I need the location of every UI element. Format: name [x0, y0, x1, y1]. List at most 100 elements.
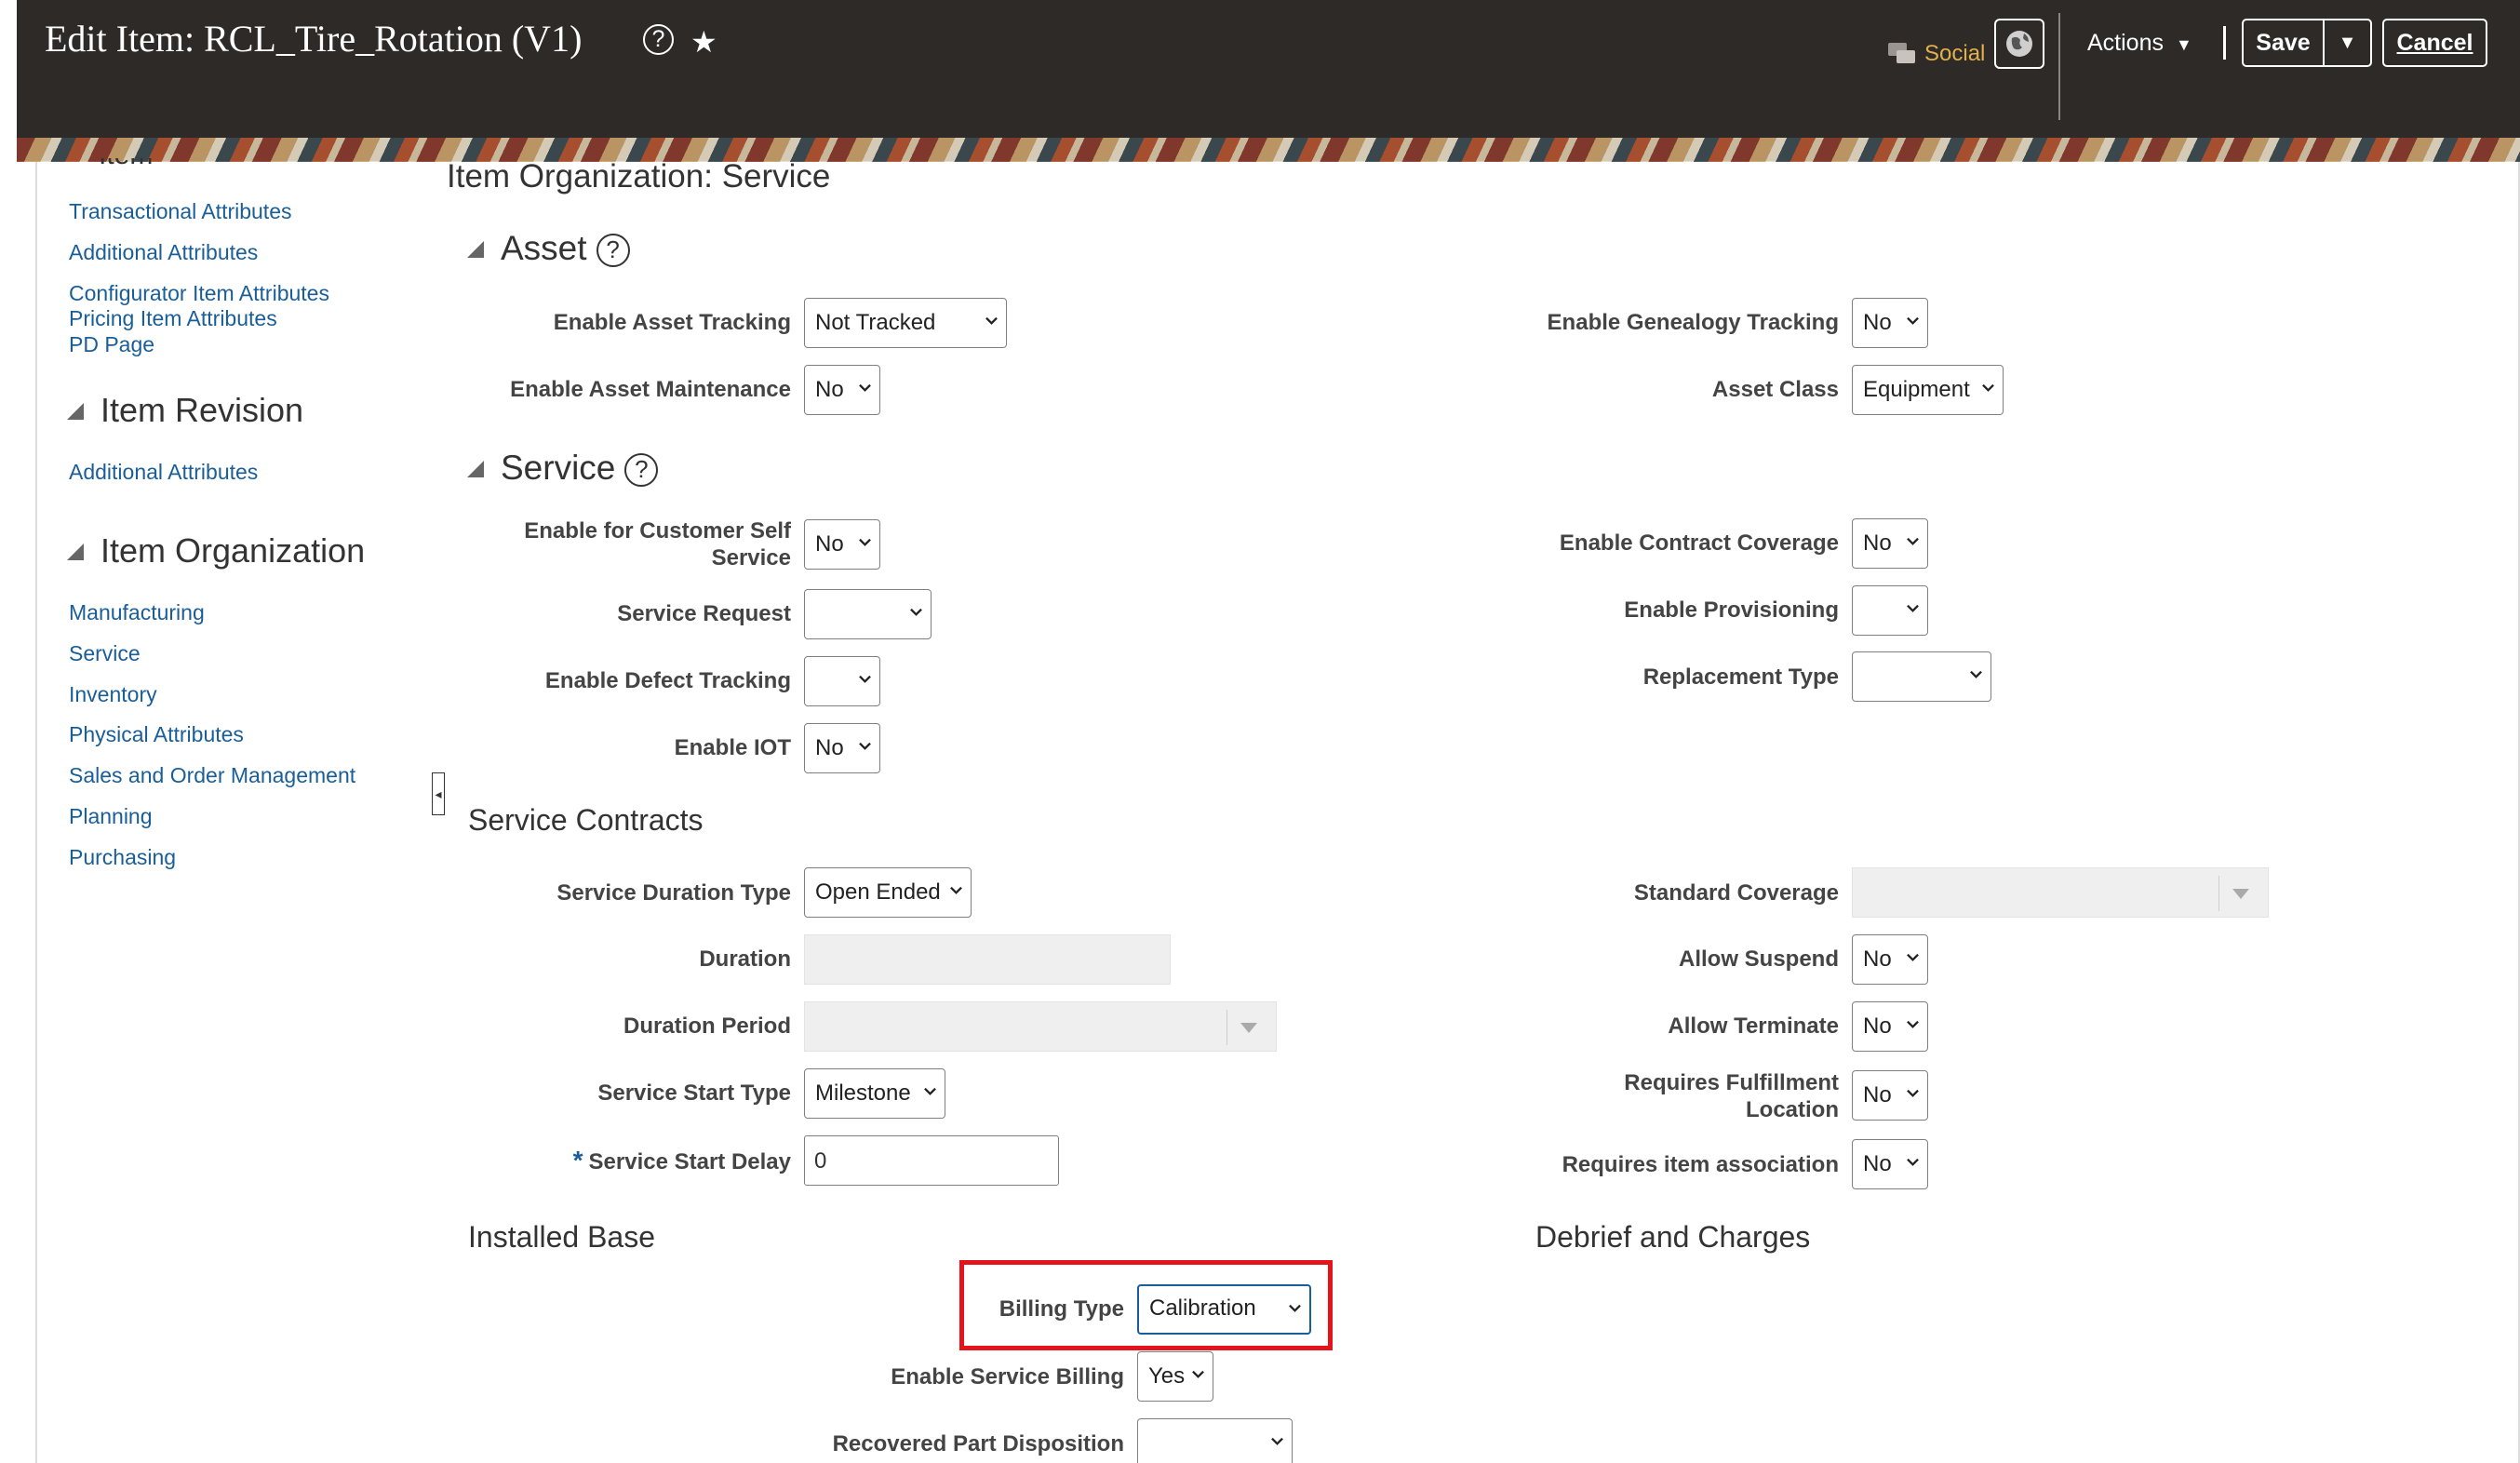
allow-suspend-select[interactable]: No [1852, 934, 1928, 985]
sidebar-link-physical-attributes[interactable]: Physical Attributes [69, 722, 244, 747]
select-value: Open Ended [815, 879, 941, 905]
requires-fulfillment-location-select[interactable]: No [1852, 1070, 1928, 1121]
enable-genealogy-tracking-label: Enable Genealogy Tracking [1547, 310, 1839, 335]
social-link[interactable]: Social [1924, 41, 1985, 67]
label-text: Service Start Delay [588, 1149, 791, 1174]
enable-defect-tracking-label: Enable Defect Tracking [544, 668, 791, 693]
sidebar-link-planning[interactable]: Planning [69, 804, 153, 829]
caret-down-icon: ▼ [2338, 33, 2357, 53]
globe-button[interactable] [1994, 19, 2044, 69]
chevron-down-icon [1907, 1158, 1919, 1166]
duration-period-select-disabled [804, 1001, 1277, 1052]
sidebar-link-revision-additional-attributes[interactable]: Additional Attributes [69, 460, 258, 485]
collapse-triangle-icon [67, 544, 84, 560]
enable-asset-maintenance-label: Enable Asset Maintenance [510, 377, 791, 402]
label-line: Enable for Customer Self [524, 518, 791, 544]
label-line: Service [711, 545, 791, 570]
allow-terminate-select[interactable]: No [1852, 1001, 1928, 1052]
installed-base-heading: Installed Base [468, 1220, 656, 1254]
select-value: No [1863, 1082, 1892, 1107]
allow-suspend-label: Allow Suspend [1678, 946, 1839, 972]
section-service[interactable]: Service? [467, 449, 659, 488]
dropdown-arrow-icon [1240, 1023, 1257, 1033]
sidebar-link-pricing-item-attributes[interactable]: Pricing Item Attributes [69, 306, 277, 331]
sidebar-link-inventory[interactable]: Inventory [69, 682, 157, 707]
save-button[interactable]: Save [2242, 19, 2325, 67]
enable-service-billing-label: Enable Service Billing [891, 1364, 1124, 1389]
requires-item-association-select[interactable]: No [1852, 1139, 1928, 1189]
sidebar-section-item-organization[interactable]: Item Organization [67, 531, 365, 570]
sidebar-section-item-revision[interactable]: Item Revision [67, 391, 303, 430]
chevron-down-icon [1192, 1370, 1204, 1378]
sidebar-link-sales-and-order-management[interactable]: Sales and Order Management [69, 763, 355, 788]
favorite-star-icon[interactable]: ★ [690, 24, 717, 60]
chevron-down-icon [1271, 1437, 1283, 1445]
debrief-and-charges-heading: Debrief and Charges [1535, 1220, 1811, 1254]
select-value: Not Tracked [815, 310, 936, 335]
enable-customer-self-service-label: Enable for Customer Self Service [524, 517, 791, 571]
section-title: Asset [501, 229, 587, 267]
enable-customer-self-service-select[interactable]: No [804, 519, 880, 570]
section-title: Item Revision [101, 391, 304, 429]
chevron-down-icon [1970, 670, 1982, 678]
sidebar-link-purchasing[interactable]: Purchasing [69, 845, 176, 870]
social-chat-icon[interactable] [1887, 41, 1917, 67]
header-divider [2223, 26, 2226, 60]
enable-service-billing-select[interactable]: Yes [1137, 1351, 1213, 1402]
sidebar-link-manufacturing[interactable]: Manufacturing [69, 600, 205, 625]
service-start-delay-input[interactable]: 0 [804, 1135, 1059, 1186]
page-subheading: Item Organization: Service [447, 158, 831, 195]
header-decorative-banner [17, 138, 2520, 162]
select-value: No [1863, 530, 1892, 556]
enable-defect-tracking-select[interactable] [804, 656, 880, 706]
sidebar-link-pd-page[interactable]: PD Page [69, 332, 154, 357]
cancel-button[interactable]: Cancel [2382, 19, 2487, 67]
section-asset[interactable]: Asset? [467, 229, 630, 268]
select-value: Milestone [815, 1080, 911, 1106]
recovered-part-disposition-label: Recovered Part Disposition [832, 1431, 1124, 1456]
select-value: Yes [1148, 1363, 1186, 1389]
help-icon[interactable]: ? [596, 234, 630, 267]
enable-asset-tracking-label: Enable Asset Tracking [553, 310, 791, 335]
enable-iot-select[interactable]: No [804, 723, 880, 773]
chevron-down-icon [1907, 604, 1919, 612]
enable-asset-maintenance-select[interactable]: No [804, 365, 880, 415]
replacement-type-select[interactable] [1852, 651, 1991, 702]
recovered-part-disposition-select[interactable] [1137, 1418, 1293, 1463]
sidebar-link-configurator-item-attributes[interactable]: Configurator Item Attributes [69, 281, 329, 306]
service-start-type-select[interactable]: Milestone [804, 1068, 945, 1119]
service-request-select[interactable] [804, 589, 932, 639]
chevron-down-icon [859, 742, 871, 750]
enable-iot-label: Enable IOT [674, 735, 791, 760]
sidebar-link-additional-attributes[interactable]: Additional Attributes [69, 240, 258, 265]
enable-asset-tracking-select[interactable]: Not Tracked [804, 298, 1007, 348]
select-value: No [1863, 1151, 1892, 1176]
section-title: Service [501, 449, 616, 487]
enable-genealogy-tracking-select[interactable]: No [1852, 298, 1928, 348]
chevron-down-icon [1907, 316, 1919, 325]
actions-label: Actions [2087, 30, 2164, 56]
chevron-down-icon [1907, 1020, 1919, 1028]
service-contracts-heading: Service Contracts [468, 803, 704, 837]
service-start-delay-label: * Service Start Delay [573, 1147, 791, 1175]
sidebar-link-transactional-attributes[interactable]: Transactional Attributes [69, 199, 292, 224]
asset-class-select[interactable]: Equipment [1852, 365, 2004, 415]
enable-provisioning-select[interactable] [1852, 585, 1928, 636]
allow-terminate-label: Allow Terminate [1668, 1013, 1839, 1039]
actions-menu-button[interactable]: Actions ▼ [2087, 30, 2192, 57]
sidebar-collapse-handle[interactable]: ◂ [432, 772, 445, 815]
chevron-down-icon [859, 675, 871, 683]
help-icon[interactable]: ? [643, 24, 674, 55]
header-divider [2058, 13, 2060, 120]
select-value: No [815, 531, 844, 557]
billing-type-highlight-annotation [959, 1260, 1333, 1350]
select-value: No [1863, 946, 1892, 972]
sidebar-link-service[interactable]: Service [69, 641, 141, 666]
service-duration-type-select[interactable]: Open Ended [804, 867, 972, 918]
dropdown-arrow-icon [2232, 889, 2249, 899]
duration-period-label: Duration Period [623, 1013, 791, 1039]
help-icon[interactable]: ? [624, 453, 659, 487]
save-options-button[interactable]: ▼ [2323, 19, 2372, 67]
enable-contract-coverage-select[interactable]: No [1852, 518, 1928, 569]
chevron-down-icon [1907, 953, 1919, 961]
